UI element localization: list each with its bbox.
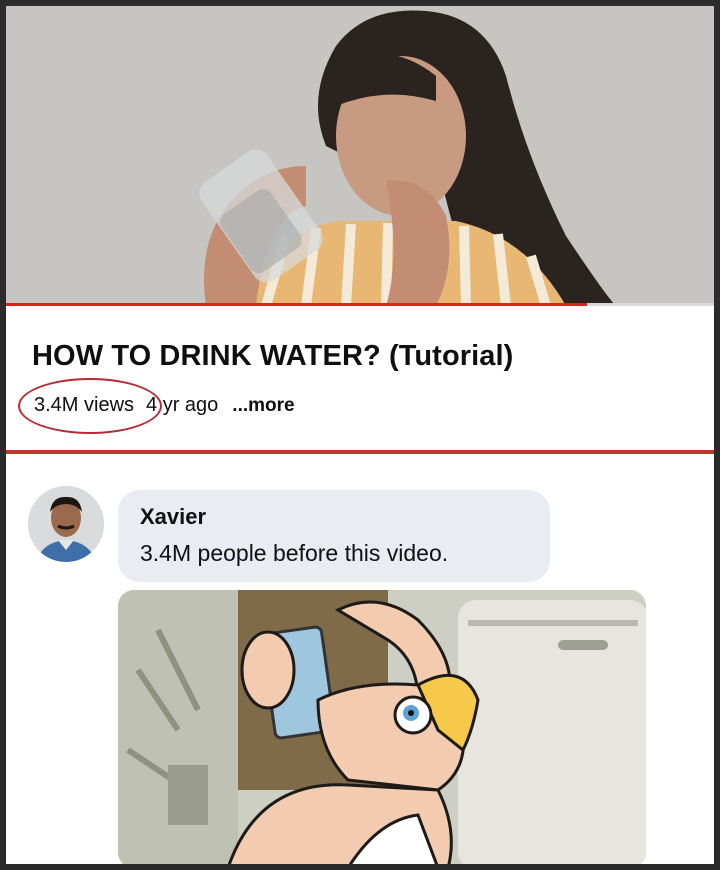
avatar-illustration — [28, 486, 104, 562]
comment-attached-image[interactable] — [118, 590, 646, 864]
video-progress-fill — [6, 303, 587, 306]
comment-item: Xavier 3.4M people before this video. — [6, 454, 714, 864]
comment-bubble: Xavier 3.4M people before this video. — [118, 490, 550, 582]
video-meta-row: 3.4M views 4 yr ago ...more — [18, 378, 295, 434]
video-thumbnail-illustration — [6, 6, 714, 306]
upload-age: 4 yr ago — [146, 394, 219, 416]
view-count: 3.4M views — [34, 394, 135, 416]
avatar[interactable] — [28, 486, 104, 562]
comment-author[interactable]: Xavier — [140, 504, 206, 530]
video-info-card: HOW TO DRINK WATER? (Tutorial) 3.4M view… — [6, 308, 714, 450]
cartoon-drinking-illustration — [118, 590, 646, 864]
view-count-wrapper: 3.4M views — [18, 378, 162, 434]
video-thumbnail[interactable] — [6, 6, 714, 306]
comment-text: 3.4M people before this video. — [140, 540, 449, 566]
more-link[interactable]: ...more — [232, 395, 294, 417]
video-progress-bar[interactable] — [6, 303, 714, 306]
video-title[interactable]: HOW TO DRINK WATER? (Tutorial) — [32, 340, 513, 373]
meme-frame: HOW TO DRINK WATER? (Tutorial) 3.4M view… — [6, 6, 714, 864]
